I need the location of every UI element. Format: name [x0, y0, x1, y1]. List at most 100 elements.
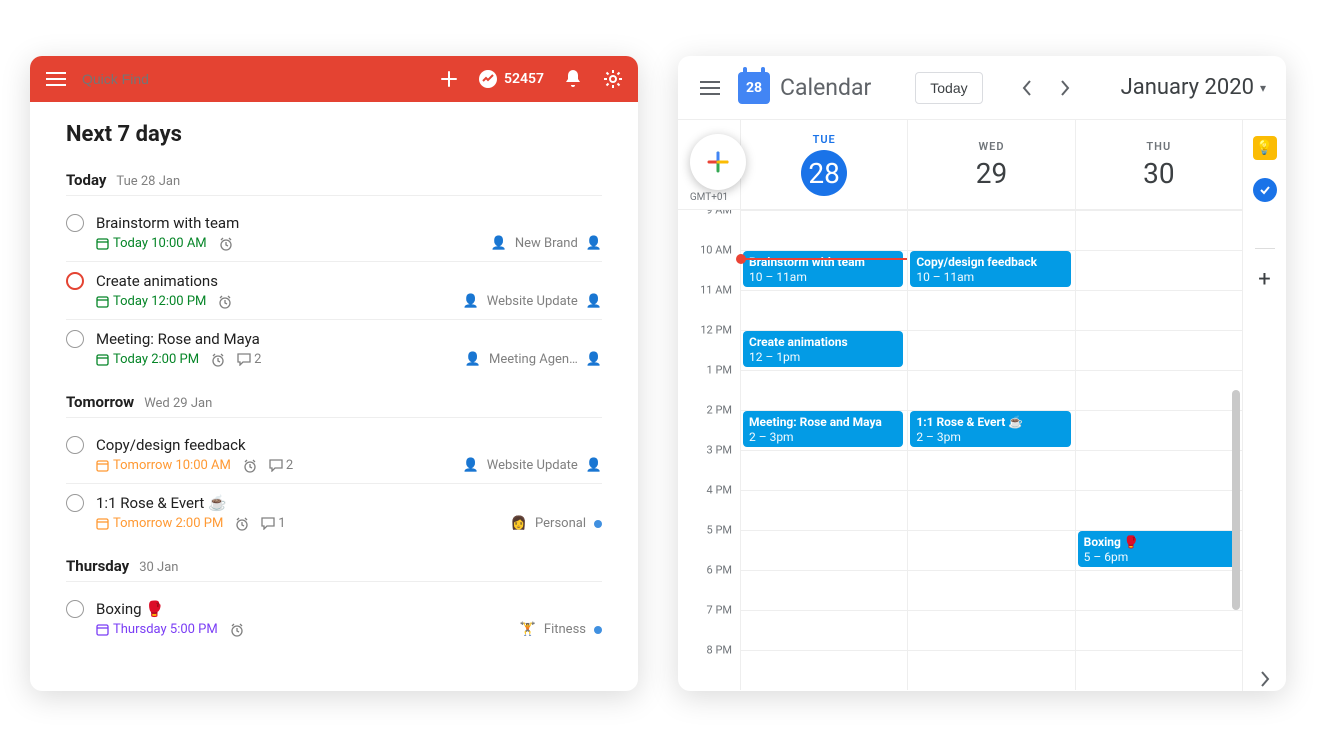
calendar-event[interactable]: Create animations 12 – 1pm [743, 331, 903, 367]
task-item[interactable]: Meeting: Rose and Maya Today 2:00 PM 2 👤… [66, 319, 602, 377]
task-item[interactable]: 1:1 Rose & Evert ☕️ Tomorrow 2:00 PM 1 👩… [66, 483, 602, 541]
hour-label: 1 PM [707, 364, 732, 377]
karma-badge[interactable]: 52457 [478, 69, 544, 89]
task-project[interactable]: 🏋️ Fitness [520, 622, 602, 637]
task-title: Brainstorm with team [96, 214, 239, 232]
section-day: Today [66, 171, 106, 189]
task-item[interactable]: Boxing 🥊 Thursday 5:00 PM 🏋️ Fitness [66, 590, 602, 647]
keep-icon[interactable]: 💡 [1253, 136, 1277, 160]
add-addon-icon[interactable]: + [1253, 267, 1277, 291]
event-title: Copy/design feedback [916, 255, 1064, 270]
search-input[interactable] [82, 71, 438, 87]
task-title: 1:1 Rose & Evert ☕️ [96, 494, 227, 512]
calendar-event[interactable]: Copy/design feedback 10 – 11am [910, 251, 1070, 287]
task-project[interactable]: 👤 Website Update 👤 [463, 294, 602, 309]
complete-checkbox[interactable] [66, 494, 84, 512]
hamburger-icon[interactable] [698, 76, 722, 100]
day-of-week: THU [1146, 140, 1171, 153]
comment-count[interactable]: 2 [269, 458, 293, 473]
assignee-icon: 👤 [586, 294, 602, 309]
calendar-event[interactable]: Meeting: Rose and Maya 2 – 3pm [743, 411, 903, 447]
task-title: Boxing 🥊 [96, 600, 164, 618]
complete-checkbox[interactable] [66, 436, 84, 454]
hour-label: 9 AM [706, 210, 732, 217]
event-time: 10 – 11am [916, 270, 1064, 285]
task-item[interactable]: Brainstorm with team Today 10:00 AM 👤 Ne… [66, 204, 602, 261]
task-schedule[interactable]: Today 2:00 PM [96, 352, 199, 367]
assignee-icon: 👤 [586, 352, 602, 367]
scrollbar[interactable] [1232, 390, 1240, 610]
complete-checkbox[interactable] [66, 330, 84, 348]
prev-period-icon[interactable] [1013, 74, 1041, 102]
day-header[interactable]: TUE 28 [740, 120, 907, 209]
task-schedule[interactable]: Today 12:00 PM [96, 294, 206, 309]
calendar-event[interactable]: Brainstorm with team 10 – 11am [743, 251, 903, 287]
todoist-body: Next 7 days Today Tue 28 Jan Brainstorm … [30, 102, 638, 647]
gcal-header: 28 Calendar Today January 2020 ▾ [678, 56, 1286, 120]
day-of-week: TUE [813, 133, 836, 146]
next-period-icon[interactable] [1051, 74, 1079, 102]
task-item[interactable]: Copy/design feedback Tomorrow 10:00 AM 2… [66, 426, 602, 483]
comment-count[interactable]: 1 [261, 516, 285, 531]
expand-sidepanel-icon[interactable] [1253, 667, 1277, 691]
task-project[interactable]: 👩 Personal [511, 516, 602, 531]
day-column[interactable]: Brainstorm with team 10 – 11am Create ani… [740, 210, 907, 690]
karma-score: 52457 [504, 71, 544, 87]
day-number: 29 [976, 157, 1007, 190]
calendar-event[interactable]: 1:1 Rose & Evert ☕️ 2 – 3pm [910, 411, 1070, 447]
comment-count[interactable]: 2 [237, 352, 261, 367]
event-title: 1:1 Rose & Evert ☕️ [916, 415, 1064, 430]
calendar-icon: 28 [738, 72, 770, 104]
hour-label: 8 PM [707, 644, 732, 657]
event-time: 2 – 3pm [749, 430, 897, 445]
hour-label: 5 PM [707, 524, 732, 537]
complete-checkbox[interactable] [66, 214, 84, 232]
task-project[interactable]: 👤 Website Update 👤 [463, 458, 602, 473]
create-event-fab[interactable] [690, 134, 746, 190]
task-project[interactable]: 👤 New Brand 👤 [491, 236, 602, 251]
gcal-logo: 28 Calendar [738, 72, 871, 104]
section-date: 30 Jan [139, 560, 178, 575]
task-item[interactable]: Create animations Today 12:00 PM 👤 Websi… [66, 261, 602, 319]
event-title: Create animations [749, 335, 897, 350]
task-schedule[interactable]: Tomorrow 10:00 AM [96, 458, 231, 473]
task-schedule[interactable]: Tomorrow 2:00 PM [96, 516, 223, 531]
hamburger-icon[interactable] [44, 67, 68, 91]
hour-label: 2 PM [707, 404, 732, 417]
task-title: Copy/design feedback [96, 436, 246, 454]
task-title: Meeting: Rose and Maya [96, 330, 260, 348]
alarm-icon [218, 295, 232, 309]
day-column[interactable]: Copy/design feedback 10 – 11am 1:1 Rose &… [907, 210, 1074, 690]
alarm-icon [243, 459, 257, 473]
hour-label: 7 PM [707, 604, 732, 617]
task-title: Create animations [96, 272, 218, 290]
add-task-icon[interactable] [438, 68, 460, 90]
bell-icon[interactable] [562, 68, 584, 90]
day-number: 28 [801, 150, 847, 196]
today-button[interactable]: Today [915, 72, 982, 104]
event-time: 10 – 11am [749, 270, 897, 285]
month-selector[interactable]: January 2020 ▾ [1121, 75, 1266, 100]
day-header[interactable]: WED 29 [907, 120, 1074, 209]
hour-label: 3 PM [707, 444, 732, 457]
day-of-week: WED [978, 140, 1004, 153]
section-day: Thursday [66, 557, 129, 575]
tasks-icon[interactable] [1253, 178, 1277, 202]
project-color-dot [594, 520, 602, 528]
brand-label: Calendar [780, 74, 871, 101]
complete-checkbox[interactable] [66, 600, 84, 618]
day-header[interactable]: THU 30 [1075, 120, 1242, 209]
complete-checkbox[interactable] [66, 272, 84, 290]
assignee-icon: 👤 [586, 236, 602, 251]
section-day: Tomorrow [66, 393, 134, 411]
view-title: Next 7 days [66, 122, 602, 147]
project-color-dot [594, 626, 602, 634]
todoist-header: 52457 [30, 56, 638, 102]
day-column[interactable]: Boxing 🥊 5 – 6pm [1075, 210, 1242, 690]
alarm-icon [219, 237, 233, 251]
task-schedule[interactable]: Thursday 5:00 PM [96, 622, 218, 637]
calendar-event[interactable]: Boxing 🥊 5 – 6pm [1078, 531, 1238, 567]
task-schedule[interactable]: Today 10:00 AM [96, 236, 207, 251]
gear-icon[interactable] [602, 68, 624, 90]
task-project[interactable]: 👤 Meeting Agen… 👤 [465, 352, 602, 367]
